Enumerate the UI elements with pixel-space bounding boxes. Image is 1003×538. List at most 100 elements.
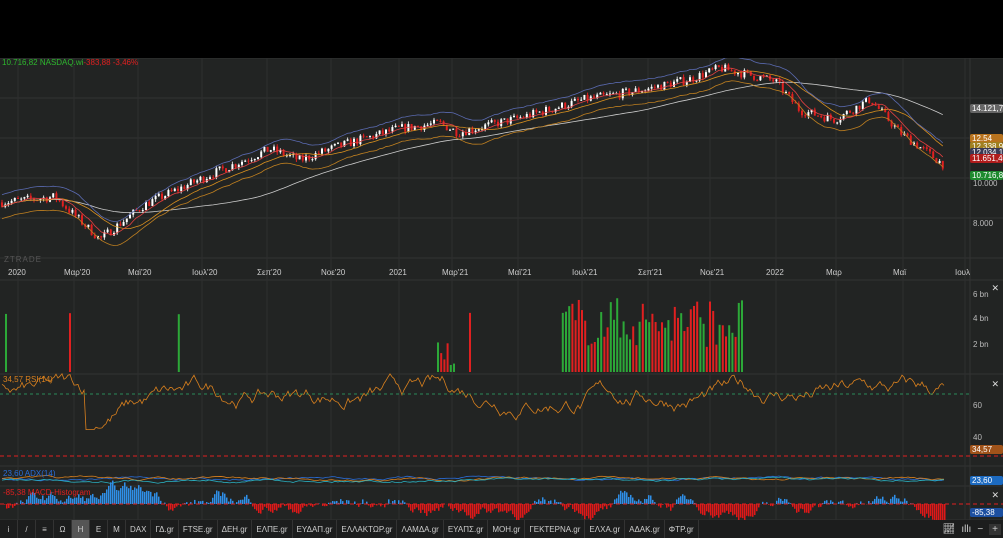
- macd-bar: [536, 501, 538, 504]
- macd-bar: [4, 504, 6, 505]
- macd-bar: [602, 504, 604, 510]
- macd-bar: [726, 504, 728, 511]
- symbol-tab[interactable]: ΛΑΜΔΑ.gr: [397, 520, 444, 538]
- candle: [429, 123, 432, 125]
- macd-bar: [904, 498, 906, 504]
- macd-bar: [588, 504, 590, 519]
- macd-bar: [498, 504, 500, 513]
- candle: [385, 129, 387, 135]
- candle: [74, 209, 77, 217]
- macd-bar: [700, 504, 702, 514]
- macd-bar: [802, 504, 804, 510]
- symbol-tab[interactable]: ΓΔ.gr: [151, 520, 179, 538]
- candle: [833, 119, 835, 123]
- chart-type-icon[interactable]: 📈︎: [943, 524, 956, 535]
- candle: [477, 129, 480, 131]
- tool-button[interactable]: H: [72, 520, 90, 538]
- candle: [100, 236, 103, 238]
- candle: [106, 229, 109, 233]
- macd-bar: [934, 504, 936, 520]
- macd-bar: [154, 493, 156, 504]
- volume-bar: [603, 336, 606, 372]
- chart-canvas[interactable]: [0, 58, 1003, 520]
- price-change-pct: -3,46%: [112, 58, 139, 67]
- macd-bar: [932, 504, 934, 520]
- macd-bar: [274, 504, 276, 510]
- candle: [708, 68, 711, 73]
- macd-bar: [576, 504, 578, 511]
- symbol-tab[interactable]: ΑΔΑΚ.gr: [625, 520, 665, 538]
- macd-bar: [254, 504, 256, 510]
- candle: [407, 124, 410, 132]
- chart-area[interactable]: 10.716,82 NASDAQ.wi-383,88 -3,46% ZTRADE…: [0, 58, 1003, 520]
- symbol-tab[interactable]: ΓΕΚΤΕΡΝΑ.gr: [525, 520, 586, 538]
- candle: [602, 92, 605, 95]
- symbol-tab[interactable]: ΦΤΡ.gr: [665, 520, 699, 538]
- macd-bar: [434, 504, 436, 511]
- macd-bar: [80, 497, 82, 504]
- macd-bar: [414, 504, 416, 510]
- macd-bar: [142, 491, 144, 504]
- macd-bar: [214, 494, 216, 504]
- candle: [212, 177, 215, 179]
- volume-bar: [699, 317, 702, 372]
- volume-bar: [590, 343, 593, 372]
- zoom-in-button[interactable]: +: [989, 523, 1001, 535]
- macd-bar: [718, 504, 720, 518]
- macd-bar: [670, 504, 672, 511]
- symbol-tab[interactable]: ΕΥΔΑΠ.gr: [293, 520, 338, 538]
- macd-bar: [876, 496, 878, 504]
- candle: [535, 109, 538, 113]
- macd-bar: [874, 498, 876, 504]
- symbol-tab[interactable]: ΕΛΛΑΚΤΩΡ.gr: [337, 520, 398, 538]
- symbol-tab[interactable]: ΔΕΗ.gr: [218, 520, 253, 538]
- candle: [605, 94, 608, 96]
- symbol-tab[interactable]: ΜΟΗ.gr: [488, 520, 526, 538]
- volume-bar: [613, 319, 615, 372]
- symbol-tab[interactable]: FTSE.gr: [179, 520, 218, 538]
- candle: [721, 67, 723, 72]
- x-axis-label: Μαρ'20: [64, 268, 91, 277]
- candle: [849, 110, 851, 113]
- x-axis-label: Σεπ'20: [257, 268, 282, 277]
- candle: [314, 153, 317, 160]
- close-macd-icon[interactable]: ✕: [991, 490, 999, 501]
- volume-tick: 4 bn: [973, 314, 989, 323]
- candle: [17, 198, 19, 200]
- candle: [161, 193, 163, 199]
- macd-bar: [938, 504, 940, 520]
- tool-button[interactable]: ≡: [36, 520, 54, 538]
- macd-bar: [680, 496, 682, 504]
- volume-bar: [648, 322, 651, 372]
- macd-bar: [416, 504, 418, 508]
- macd-bar: [492, 504, 494, 511]
- candle: [362, 135, 365, 137]
- close-rsi-icon[interactable]: ✕: [991, 379, 999, 390]
- x-axis-label: Νοε'21: [700, 268, 725, 277]
- tool-button[interactable]: /: [18, 520, 36, 538]
- tool-button[interactable]: M: [108, 520, 126, 538]
- tool-button[interactable]: Ω: [54, 520, 72, 538]
- candle: [714, 65, 717, 70]
- macd-bar: [38, 498, 40, 504]
- candle: [868, 97, 871, 103]
- candle: [119, 223, 122, 226]
- macd-bar: [108, 485, 110, 504]
- symbol-tab[interactable]: ΕΥΑΠΣ.gr: [444, 520, 489, 538]
- tool-button[interactable]: E: [90, 520, 108, 538]
- symbol-tab[interactable]: ΕΛΠΕ.gr: [252, 520, 293, 538]
- candle: [932, 151, 935, 159]
- macd-bar: [140, 487, 142, 504]
- bar-type-icon[interactable]: ıllı: [961, 524, 971, 535]
- x-axis-label: Μαϊ: [893, 268, 907, 277]
- candle: [173, 188, 176, 192]
- symbol-tab[interactable]: DAX: [126, 520, 152, 538]
- candle: [817, 115, 819, 117]
- volume-bar: [469, 312, 471, 372]
- macd-bar: [262, 504, 264, 510]
- symbol-tab[interactable]: ΕΛΧΑ.gr: [585, 520, 626, 538]
- zoom-out-button[interactable]: −: [977, 524, 983, 535]
- macd-bar: [296, 504, 298, 514]
- tool-button[interactable]: i: [0, 520, 18, 538]
- volume-bar: [443, 359, 446, 372]
